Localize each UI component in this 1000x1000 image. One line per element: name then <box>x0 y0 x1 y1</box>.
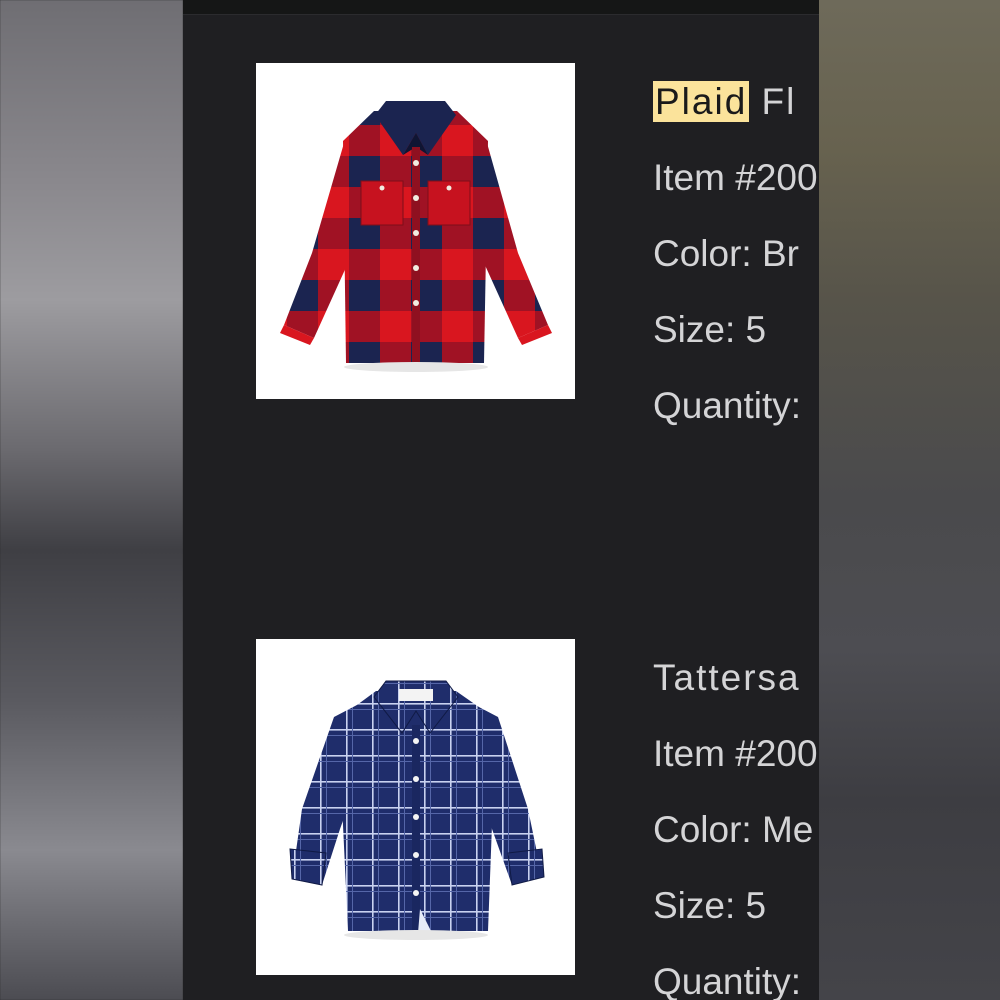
item-color: Color: Br <box>653 233 799 274</box>
blurred-background-right <box>819 0 1000 1000</box>
title-text: Fl <box>749 81 797 122</box>
item-quantity: Quantity: <box>653 385 802 426</box>
item-details-1: Plaid Fl Item #200 Color: Br Size: 5 Qua… <box>653 72 819 452</box>
item-size: Size: 5 <box>653 885 767 926</box>
order-items-panel: Plaid Fl Item #200 Color: Br Size: 5 Qua… <box>183 0 819 1000</box>
item-title[interactable]: Tattersa <box>653 648 819 724</box>
product-image-plaid-shirt[interactable] <box>256 63 575 399</box>
navy-check-shirt-icon <box>289 680 545 940</box>
item-number: Item #200 <box>653 157 818 198</box>
item-details-2: Tattersa Item #200 Color: Me Size: 5 Qua… <box>653 648 819 1000</box>
item-color: Color: Me <box>653 809 814 850</box>
item-number: Item #200 <box>653 733 818 774</box>
search-highlight: Plaid <box>653 81 750 122</box>
blurred-background-left <box>0 0 183 1000</box>
item-size: Size: 5 <box>653 309 767 350</box>
item-title[interactable]: Plaid Fl <box>653 72 819 148</box>
top-bar <box>183 0 819 15</box>
item-quantity: Quantity: <box>653 961 802 1000</box>
product-image-tattersall-shirt[interactable] <box>256 639 575 975</box>
red-plaid-shirt-icon <box>280 101 552 372</box>
